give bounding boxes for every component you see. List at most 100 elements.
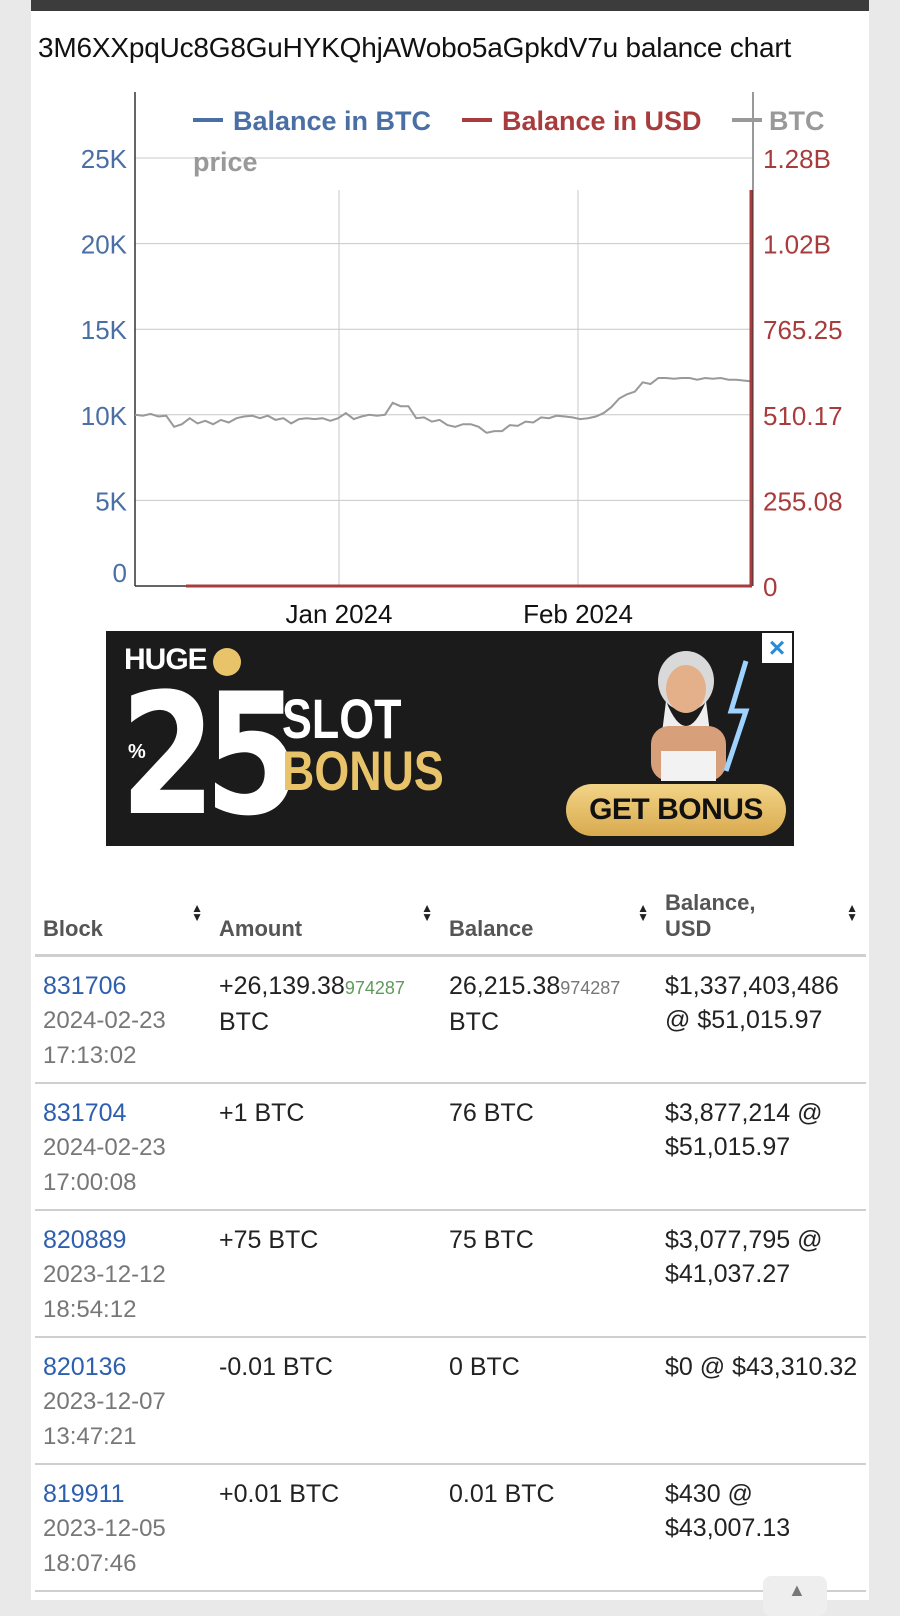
header-label: Amount: [219, 916, 303, 941]
block-date: 2023-12-05: [43, 1515, 166, 1542]
header-label: Balance: [449, 916, 534, 941]
legend-label: Balance in USD: [502, 106, 702, 136]
y-right-tick-label: 510.17: [763, 401, 843, 431]
balance-decimals: 974287: [560, 978, 621, 998]
block-link[interactable]: 820136: [43, 1353, 126, 1381]
balance-value: 76 BTC: [449, 1099, 534, 1127]
header-label: Balance, USD: [665, 890, 756, 941]
amount-decimals: 974287: [344, 978, 405, 998]
y-right-tick-label: 765.25: [763, 315, 843, 345]
block-link[interactable]: 820889: [43, 1226, 126, 1254]
amount-value: +75 BTC: [219, 1226, 319, 1254]
series-line-btc-price: [134, 376, 753, 434]
balance-value: 0 BTC: [449, 1353, 520, 1381]
cell-block: 820136 2023-12-07 13:47:21: [35, 1337, 211, 1465]
balance-value: 0.01 BTC: [449, 1480, 555, 1508]
table-row: 831706 2024-02-23 17:13:02 +26,139.38974…: [35, 955, 866, 1084]
chevron-up-icon: ▲: [788, 1580, 806, 1600]
cell-balance: 26,215.38974287 BTC: [441, 955, 657, 1084]
ad-banner[interactable]: HUGE % 25 SLOT BONUS GET BONUS ×: [106, 631, 794, 846]
x-axis-ticks: Jan 2024 Feb 2024: [286, 599, 633, 629]
balance-usd-value: $1,337,403,486 @ $51,015.97: [665, 972, 839, 1034]
sort-icon[interactable]: ▲ ▼: [846, 902, 858, 923]
legend-label: BTC: [769, 106, 825, 136]
table-row: 831704 2024-02-23 17:00:08 +1 BTC 76 BTC…: [35, 1083, 866, 1211]
balance-usd-value: $0 @ $43,310.32: [665, 1353, 858, 1381]
zeus-figure-icon: [651, 651, 750, 781]
scroll-top-button[interactable]: ▲: [763, 1576, 827, 1616]
header-block[interactable]: Block ▲ ▼: [35, 874, 211, 957]
y-left-tick-label: 25K: [81, 144, 128, 174]
block-time: 17:00:08: [43, 1169, 137, 1196]
y-left-tick-label: 5K: [95, 486, 127, 516]
cell-balance-usd: $1,337,403,486 @ $51,015.97: [657, 955, 866, 1084]
balance-unit: BTC: [449, 1008, 499, 1036]
sort-icon[interactable]: ▲ ▼: [421, 902, 433, 923]
block-time: 18:54:12: [43, 1296, 137, 1323]
block-link[interactable]: 831706: [43, 972, 126, 1000]
cell-balance-usd: $3,877,214 @ $51,015.97: [657, 1083, 866, 1211]
cell-balance: 0 BTC: [441, 1337, 657, 1465]
get-bonus-button[interactable]: GET BONUS: [566, 784, 786, 836]
balance-value: 75 BTC: [449, 1226, 534, 1254]
header-amount[interactable]: Amount ▲ ▼: [211, 874, 441, 957]
cell-amount: +75 BTC: [211, 1210, 441, 1338]
block-date: 2023-12-12: [43, 1261, 166, 1288]
chart-grid: [135, 157, 752, 586]
right-axis-ticks: 0 255.08 510.17 765.25 1.02B 1.28B: [763, 144, 843, 602]
transactions-table: Block ▲ ▼ Amount ▲ ▼ Balance ▲ ▼ Balance, USD ▲…: [35, 874, 866, 1592]
chart-series: [134, 190, 753, 588]
block-time: 18:07:46: [43, 1550, 137, 1577]
header-label: Block: [43, 916, 103, 941]
legend-label: Balance in BTC: [233, 106, 431, 136]
block-link[interactable]: 831704: [43, 1099, 126, 1127]
balance-usd-value: $3,077,795 @ $41,037.27: [665, 1226, 823, 1288]
y-right-tick-label: 1.02B: [763, 230, 831, 260]
amount-unit: BTC: [219, 1008, 269, 1036]
ad-line2: BONUS: [282, 739, 444, 802]
cell-block: 819911 2023-12-05 18:07:46: [35, 1464, 211, 1592]
cell-balance-usd: $0 @ $43,310.32: [657, 1337, 866, 1465]
balance-value: 26,215.38: [449, 972, 561, 1000]
cell-balance: 76 BTC: [441, 1083, 657, 1211]
cell-amount: +26,139.38974287 BTC: [211, 955, 441, 1084]
amount-value: -0.01 BTC: [219, 1353, 333, 1381]
y-right-tick-label: 255.08: [763, 486, 843, 516]
legend-label-cont: price: [193, 147, 258, 177]
amount-value: +26,139.38: [219, 972, 345, 1000]
sort-icon[interactable]: ▲ ▼: [191, 902, 203, 923]
balance-chart: 0 5K 10K 15K 20K 25K 0 255.08 510.17 765.25 1.02B…: [81, 92, 843, 629]
ad-number: 25: [120, 657, 300, 846]
cell-amount: +0.01 BTC: [211, 1464, 441, 1592]
close-icon[interactable]: ×: [762, 633, 792, 663]
header-balance[interactable]: Balance ▲ ▼: [441, 874, 657, 957]
y-left-tick-label: 15K: [81, 315, 128, 345]
cell-block: 820889 2023-12-12 18:54:12: [35, 1210, 211, 1338]
block-date: 2024-02-23: [43, 1007, 166, 1034]
chart-legend: Balance in BTC Balance in USD BTC price: [193, 106, 825, 177]
amount-value: +1 BTC: [219, 1099, 305, 1127]
balance-usd-value: $3,877,214 @ $51,015.97: [665, 1099, 823, 1161]
cell-balance: 0.01 BTC: [441, 1464, 657, 1592]
cell-block: 831706 2024-02-23 17:13:02: [35, 955, 211, 1084]
left-axis-ticks: 0 5K 10K 15K 20K 25K: [81, 144, 128, 588]
header-balance-usd[interactable]: Balance, USD ▲ ▼: [657, 874, 866, 957]
cell-balance: 75 BTC: [441, 1210, 657, 1338]
y-right-tick-label: 0: [763, 572, 777, 602]
cell-balance-usd: $430 @ $43,007.13: [657, 1464, 866, 1592]
table-row: 819911 2023-12-05 18:07:46 +0.01 BTC 0.0…: [35, 1464, 866, 1592]
cell-block: 831704 2024-02-23 17:00:08: [35, 1083, 211, 1211]
block-link[interactable]: 819911: [43, 1480, 125, 1508]
sort-icon[interactable]: ▲ ▼: [637, 902, 649, 923]
y-left-tick-label: 20K: [81, 230, 128, 260]
y-left-tick-label: 0: [113, 558, 127, 588]
block-time: 17:13:02: [43, 1042, 137, 1069]
cell-amount: -0.01 BTC: [211, 1337, 441, 1465]
table-row: 820889 2023-12-12 18:54:12 +75 BTC 75 BT…: [35, 1210, 866, 1338]
amount-value: +0.01 BTC: [219, 1480, 340, 1508]
table-header-row: Block ▲ ▼ Amount ▲ ▼ Balance ▲ ▼ Balance, USD ▲…: [35, 874, 866, 957]
balance-usd-value: $430 @ $43,007.13: [665, 1480, 791, 1542]
table-row: 820136 2023-12-07 13:47:21 -0.01 BTC 0 B…: [35, 1337, 866, 1465]
y-right-tick-label: 1.28B: [763, 144, 831, 174]
cell-balance-usd: $3,077,795 @ $41,037.27: [657, 1210, 866, 1338]
